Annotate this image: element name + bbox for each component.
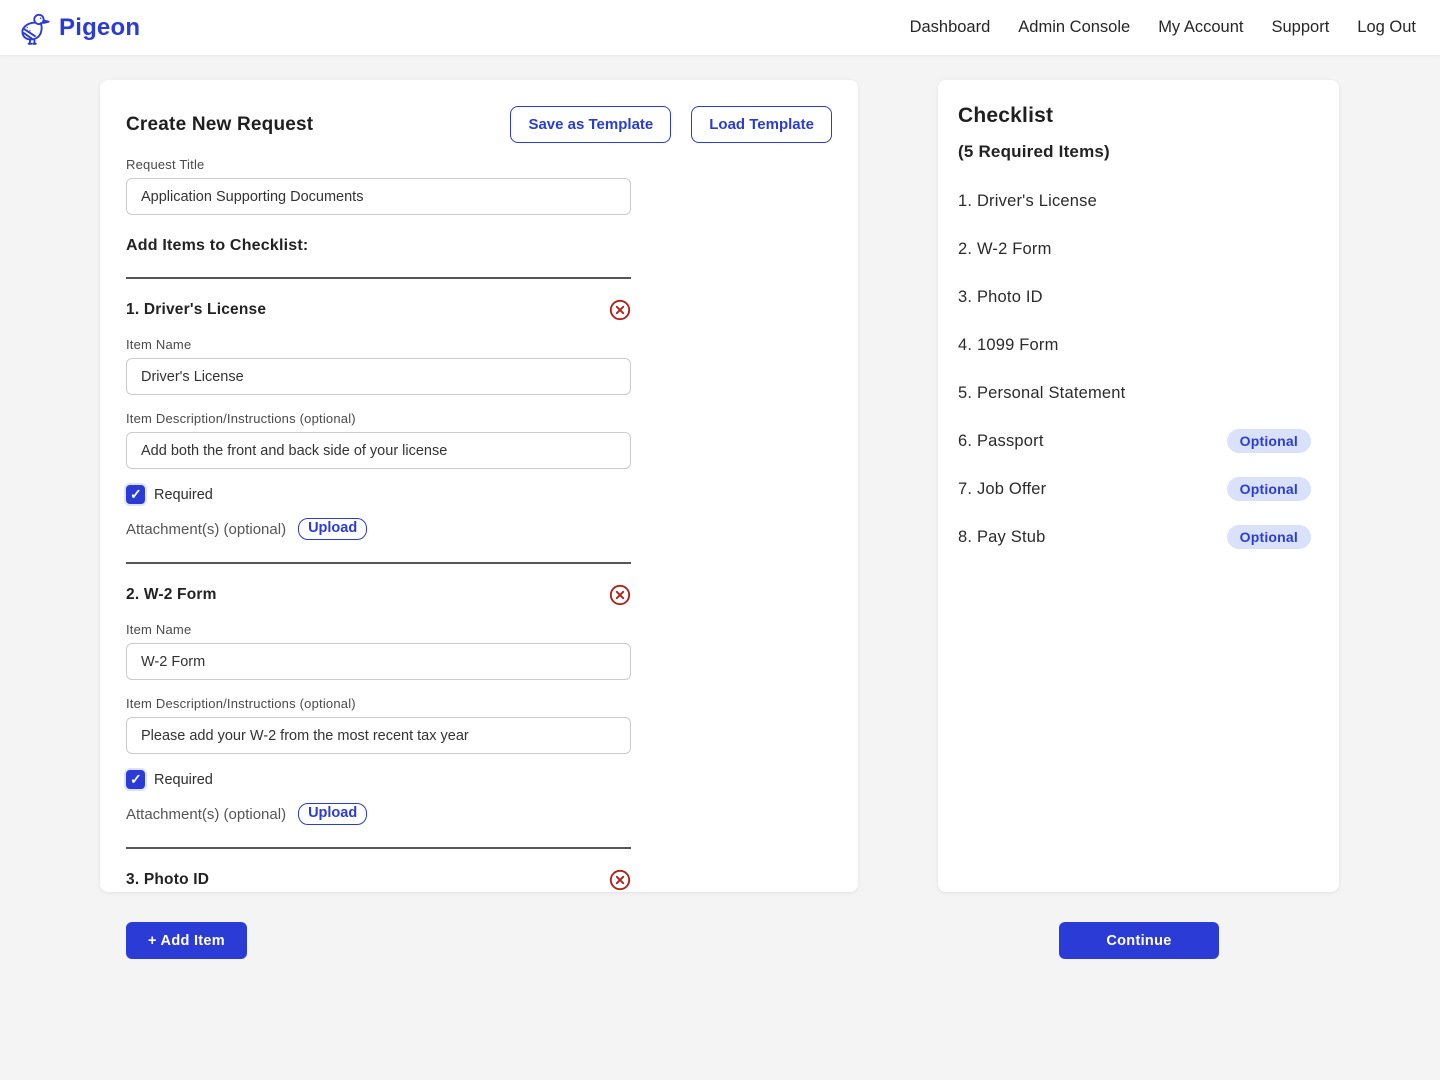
checklist-row: 4. 1099 Form — [958, 332, 1311, 358]
checklist-row: 3. Photo ID — [958, 284, 1311, 310]
top-navbar: Pigeon Dashboard Admin Console My Accoun… — [0, 0, 1440, 55]
checklist-preview-card: Checklist (5 Required Items) 1. Driver's… — [938, 80, 1339, 892]
item-name-label: Item Name — [126, 337, 832, 352]
checklist-title: Checklist — [958, 104, 1311, 128]
item-divider — [126, 562, 631, 564]
remove-item-button[interactable] — [609, 299, 631, 321]
required-label: Required — [154, 772, 213, 788]
continue-button[interactable]: Continue — [1059, 922, 1219, 959]
main-nav: Dashboard Admin Console My Account Suppo… — [910, 18, 1416, 37]
item-name-input[interactable] — [126, 643, 631, 680]
item-title: 3. Photo ID — [126, 871, 209, 889]
add-items-heading: Add Items to Checklist: — [126, 237, 832, 255]
checklist-item-label: 7. Job Offer — [958, 480, 1046, 499]
upload-button[interactable]: Upload — [298, 518, 367, 540]
upload-button[interactable]: Upload — [298, 803, 367, 825]
item-description-input[interactable] — [126, 717, 631, 754]
required-checkbox[interactable] — [126, 770, 145, 789]
checklist-item-editor: 3. Photo ID — [126, 869, 832, 891]
nav-dashboard[interactable]: Dashboard — [910, 18, 991, 37]
checklist-item-editor: 2. W-2 Form Item Name Item Description/I… — [126, 584, 832, 849]
item-title: 1. Driver's License — [126, 301, 266, 319]
required-checkbox[interactable] — [126, 485, 145, 504]
nav-log-out[interactable]: Log Out — [1357, 18, 1416, 37]
request-title-input[interactable] — [126, 178, 631, 215]
checklist-row: 5. Personal Statement — [958, 380, 1311, 406]
remove-item-icon — [609, 584, 631, 606]
checklist-item-label: 3. Photo ID — [958, 288, 1043, 307]
item-divider — [126, 847, 631, 849]
remove-item-icon — [609, 869, 631, 891]
remove-item-button[interactable] — [609, 584, 631, 606]
checklist-item-editor: 1. Driver's License Item Name Item Descr… — [126, 299, 832, 564]
brand-logo[interactable]: Pigeon — [16, 10, 140, 46]
create-request-card: Create New Request Save as Template Load… — [100, 80, 858, 892]
checklist-item-label: 2. W-2 Form — [958, 240, 1052, 259]
checklist-item-label: 5. Personal Statement — [958, 384, 1125, 403]
brand-name: Pigeon — [59, 14, 140, 42]
checklist-required-count: (5 Required Items) — [958, 142, 1311, 162]
item-title: 2. W-2 Form — [126, 586, 217, 604]
attachments-label: Attachment(s) (optional) — [126, 521, 286, 538]
checklist-row: 1. Driver's License — [958, 188, 1311, 214]
page-title: Create New Request — [126, 114, 313, 136]
nav-admin-console[interactable]: Admin Console — [1018, 18, 1130, 37]
item-name-label: Item Name — [126, 622, 832, 637]
save-as-template-button[interactable]: Save as Template — [510, 106, 671, 143]
item-description-input[interactable] — [126, 432, 631, 469]
remove-item-icon — [609, 299, 631, 321]
checklist-item-label: 8. Pay Stub — [958, 528, 1046, 547]
item-description-label: Item Description/Instructions (optional) — [126, 411, 832, 426]
nav-support[interactable]: Support — [1271, 18, 1329, 37]
pigeon-icon — [16, 10, 52, 46]
checklist-row: 6. Passport Optional — [958, 428, 1311, 454]
load-template-button[interactable]: Load Template — [691, 106, 832, 143]
attachments-label: Attachment(s) (optional) — [126, 806, 286, 823]
request-title-label: Request Title — [126, 157, 832, 172]
required-label: Required — [154, 487, 213, 503]
section-divider — [126, 277, 631, 279]
checklist-row: 7. Job Offer Optional — [958, 476, 1311, 502]
checklist-row: 8. Pay Stub Optional — [958, 524, 1311, 550]
optional-badge: Optional — [1227, 477, 1311, 501]
checklist-item-label: 4. 1099 Form — [958, 336, 1059, 355]
checklist-items: 1. Driver's License 2. W-2 Form 3. Photo… — [958, 188, 1311, 550]
nav-my-account[interactable]: My Account — [1158, 18, 1243, 37]
checklist-item-label: 6. Passport — [958, 432, 1044, 451]
item-name-input[interactable] — [126, 358, 631, 395]
checklist-item-label: 1. Driver's License — [958, 192, 1097, 211]
add-item-button[interactable]: + Add Item — [126, 922, 247, 959]
optional-badge: Optional — [1227, 525, 1311, 549]
checklist-row: 2. W-2 Form — [958, 236, 1311, 262]
item-description-label: Item Description/Instructions (optional) — [126, 696, 832, 711]
remove-item-button[interactable] — [609, 869, 631, 891]
page-body: Create New Request Save as Template Load… — [0, 55, 1440, 1080]
optional-badge: Optional — [1227, 429, 1311, 453]
